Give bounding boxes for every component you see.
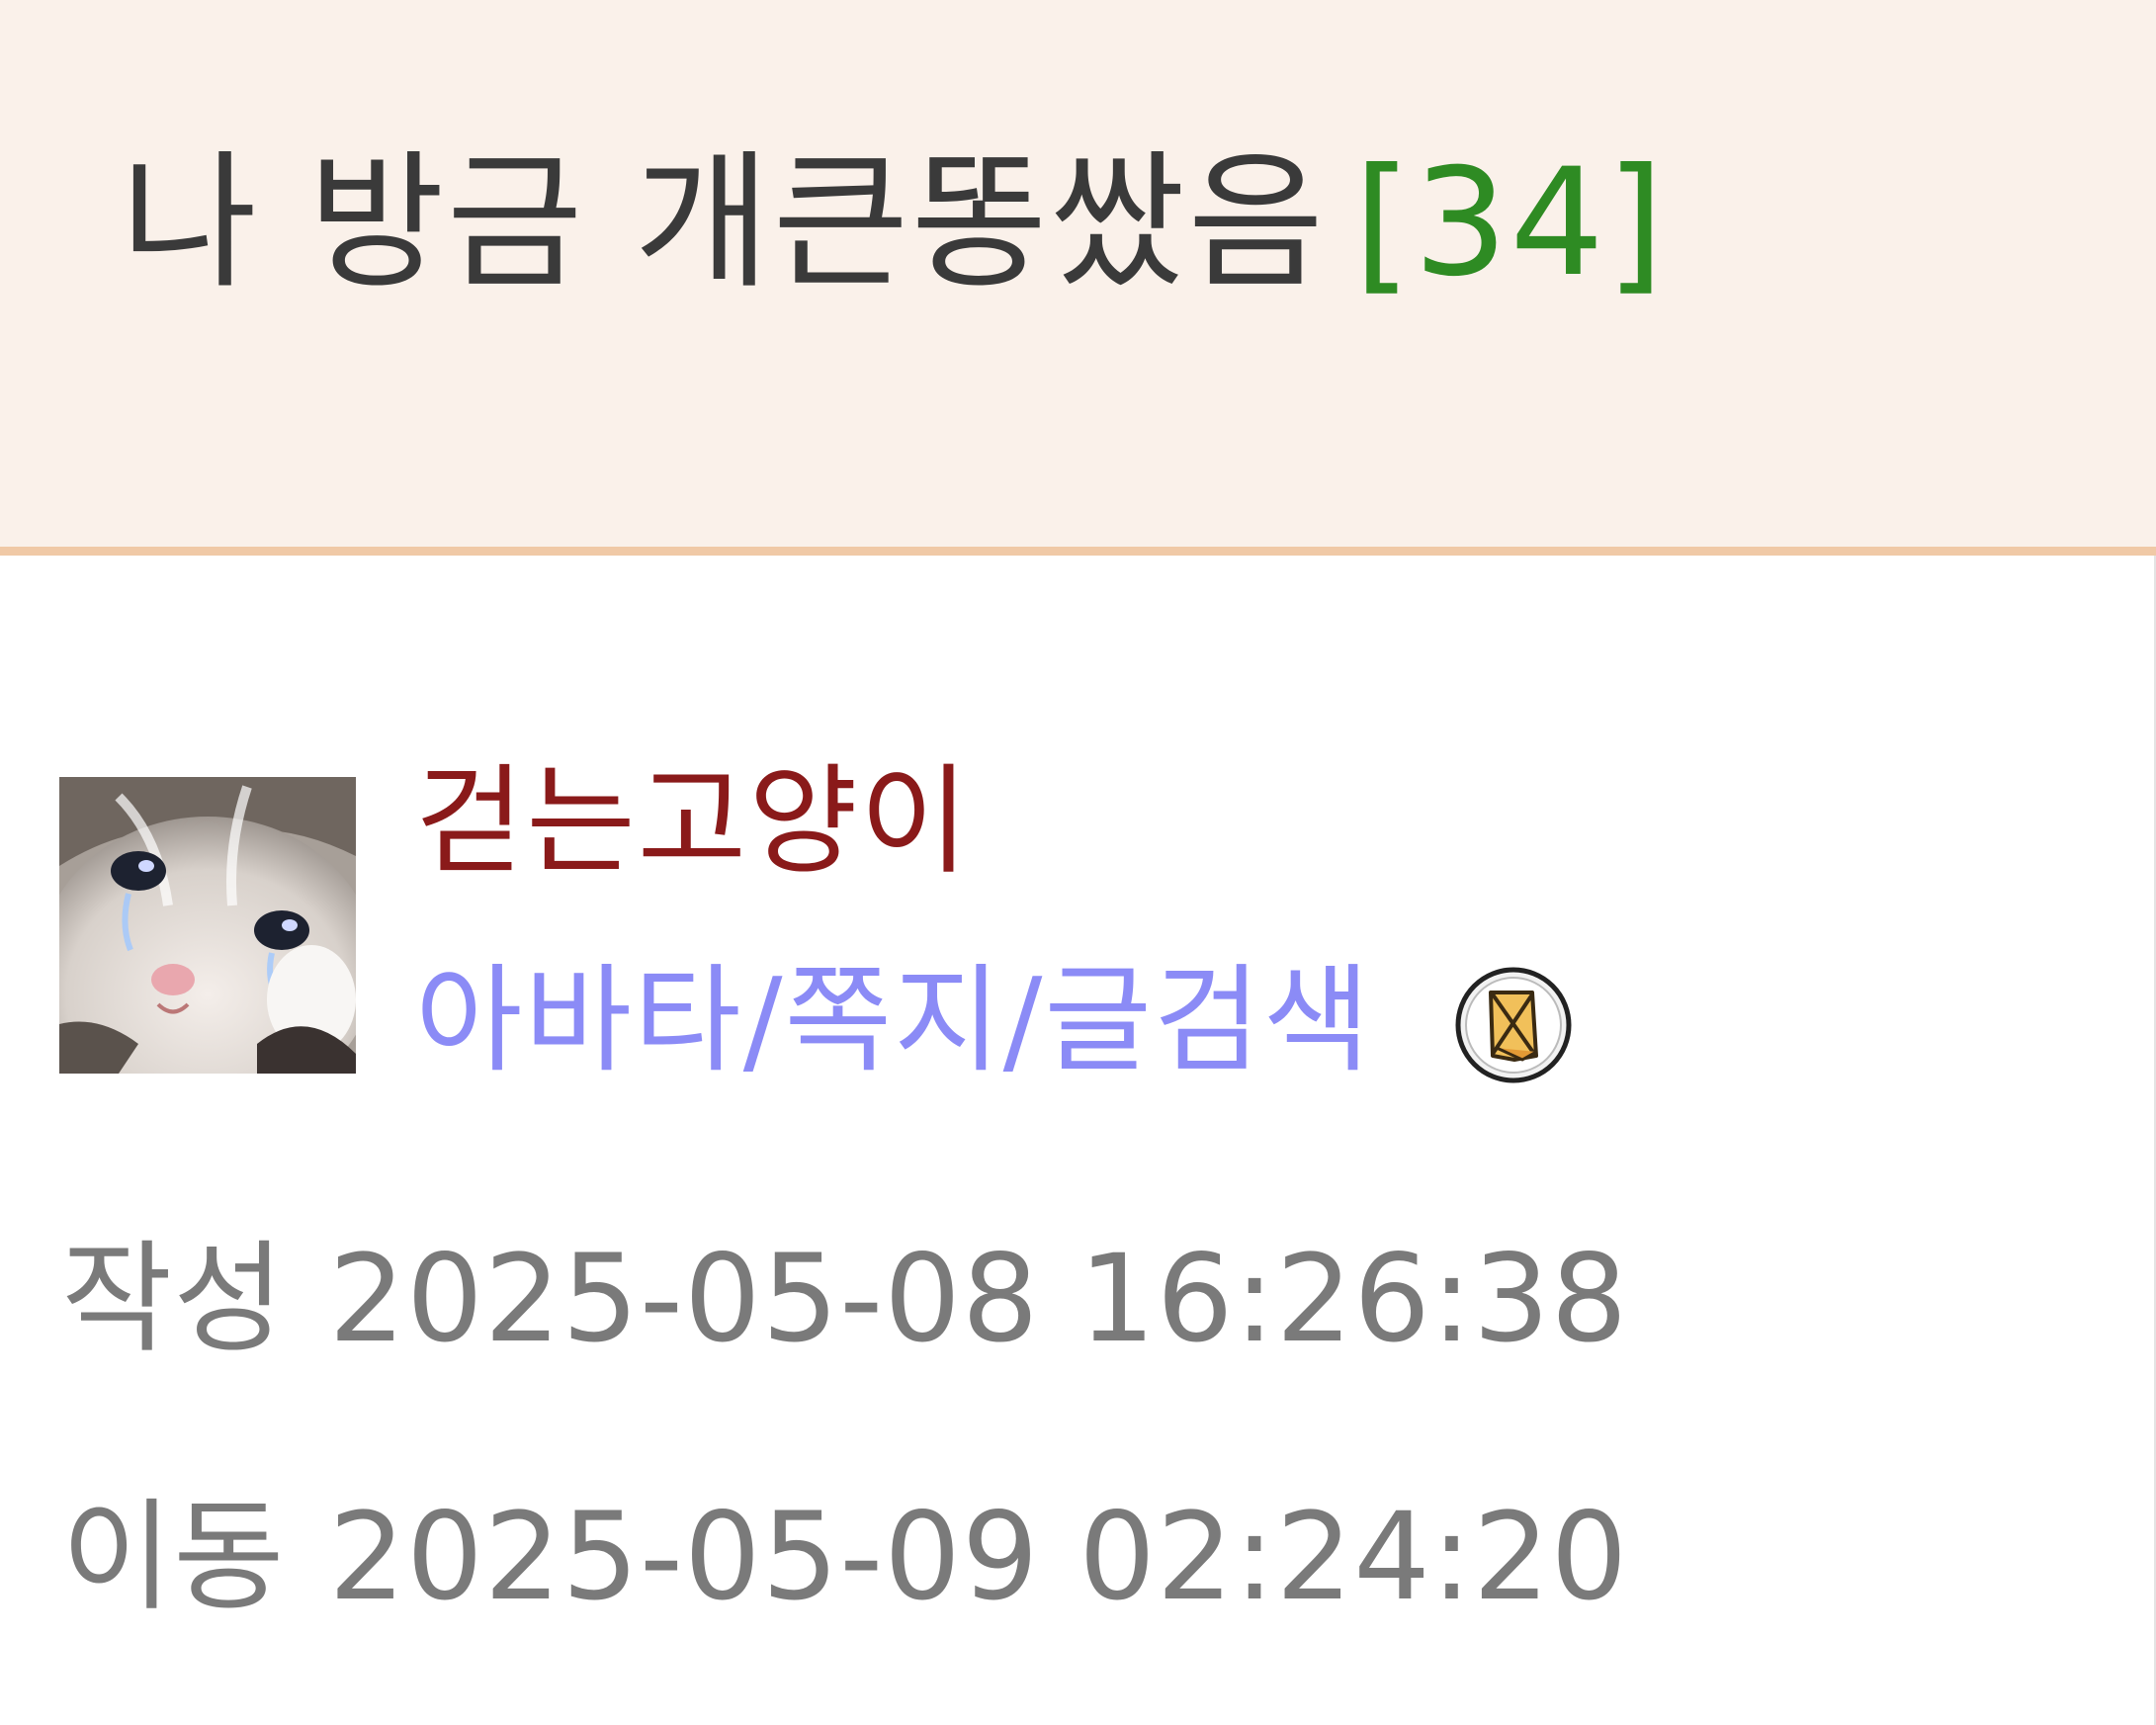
- post-view: 나 방금 개큰똥쌌음 [34] 걷는고양이 아바타/쪽지/글검색 작성 2025…: [0, 0, 2156, 1725]
- author-avatar[interactable]: [59, 777, 356, 1074]
- comment-count[interactable]: [34]: [1353, 137, 1666, 309]
- written-label: 작성: [61, 1229, 286, 1369]
- avatar-link[interactable]: 아바타: [415, 952, 743, 1088]
- moved-datetime: 이동 2025-05-09 02:24:20: [61, 1488, 1628, 1626]
- moved-label: 이동: [61, 1487, 286, 1627]
- post-title: 나 방금 개큰똥쌌음 [34]: [121, 134, 1666, 312]
- message-link[interactable]: 쪽지: [784, 952, 1002, 1088]
- post-title-text: 나 방금 개큰똥쌌음: [121, 137, 1327, 309]
- post-title-bar: 나 방금 개큰똥쌌음 [34]: [0, 0, 2156, 556]
- moved-value: 2025-05-09 02:24:20: [328, 1487, 1629, 1627]
- search-posts-link[interactable]: 글검색: [1044, 952, 1372, 1088]
- written-value: 2025-05-08 16:26:38: [328, 1229, 1629, 1369]
- author-name[interactable]: 걷는고양이: [415, 753, 971, 892]
- level-badge-icon: [1453, 965, 1574, 1085]
- link-separator: /: [742, 952, 785, 1088]
- link-separator: /: [1002, 952, 1045, 1088]
- post-content: 걷는고양이 아바타/쪽지/글검색 작성 2025-05-08 16:26:38 이…: [0, 556, 2156, 1725]
- author-links: 아바타/쪽지/글검색: [415, 951, 1372, 1089]
- written-datetime: 작성 2025-05-08 16:26:38: [61, 1230, 1628, 1368]
- crying-cat-avatar-icon: [59, 777, 356, 1074]
